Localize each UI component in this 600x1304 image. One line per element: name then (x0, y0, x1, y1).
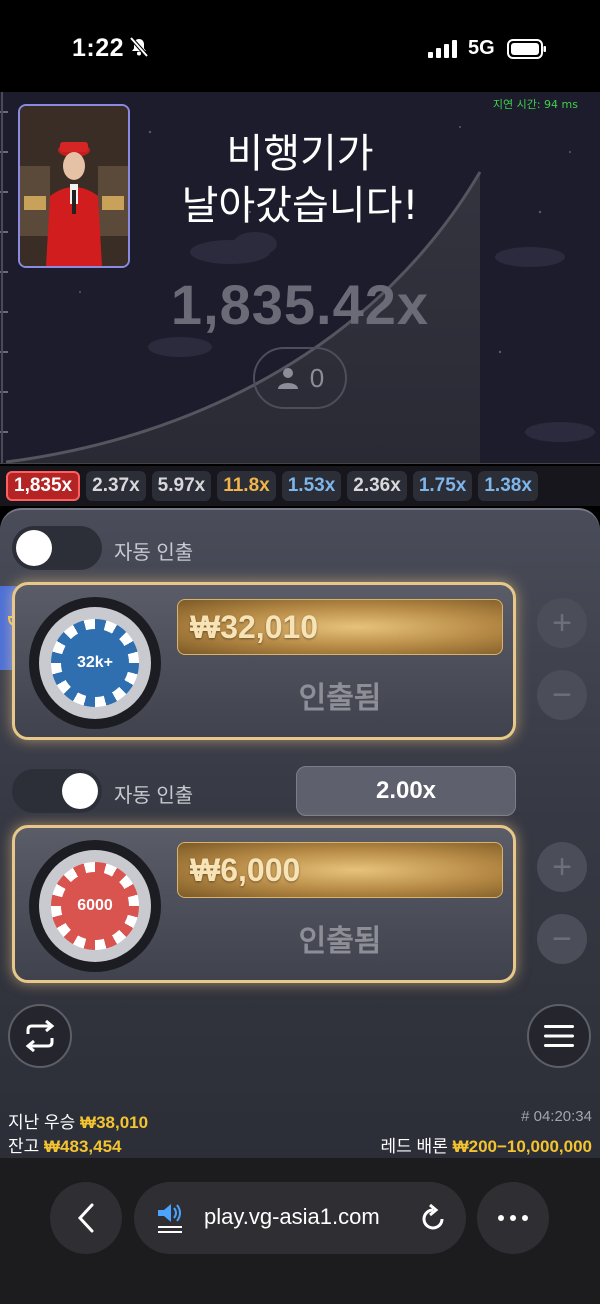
network-label: 5G (468, 37, 495, 59)
more-dots-icon (498, 1215, 528, 1221)
history-chip-value: 1.53x (287, 475, 336, 496)
chip-holder[interactable]: 32k+ (29, 597, 161, 729)
bet-card-2: 6000 ₩6,000 인출됨 (12, 825, 516, 983)
chip-holder[interactable]: 6000 (29, 840, 161, 972)
auto-cashout-toggle-1[interactable] (12, 526, 102, 570)
last-win-value: ₩38,010 (80, 1113, 149, 1132)
increase-bet-button-2[interactable]: + (537, 842, 587, 892)
autoplay-button[interactable] (8, 1004, 72, 1068)
back-button[interactable] (50, 1182, 122, 1254)
history-chip[interactable]: 11.8x (217, 471, 276, 501)
status-time: 1:22 (72, 34, 125, 62)
multiplier-history: 1,835x 2.37x 5.97x 11.8x 1.53x 2.36x 1.7… (0, 466, 600, 506)
title-line-1: 비행기가 (226, 131, 374, 177)
reload-icon[interactable] (420, 1204, 446, 1232)
balance-info: 잔고 ₩483,454 (8, 1132, 122, 1157)
history-chip[interactable]: 2.36x (347, 471, 407, 501)
bet-card-1: 32k+ ₩32,010 인출됨 (12, 582, 516, 740)
crash-multiplier: 1,835.42x (170, 273, 430, 336)
bet-range-info: 레드 배론 ₩200−10,000,000 (381, 1132, 592, 1157)
chip-label: 6000 (77, 897, 113, 914)
balance-label: 잔고 (8, 1137, 40, 1156)
history-chip[interactable]: 5.97x (151, 471, 212, 501)
toggle-knob (62, 773, 98, 809)
decrease-bet-button-1[interactable]: − (537, 670, 587, 720)
host-portrait (20, 106, 128, 266)
history-chip-value: 5.97x (157, 475, 206, 496)
history-chip-value: 1,835x (14, 475, 73, 496)
speaker-icon (158, 1204, 182, 1233)
minus-icon: − (552, 676, 572, 714)
signal-icon (428, 40, 457, 58)
history-chip-value: 2.37x (92, 475, 140, 496)
decrease-bet-button-2[interactable]: − (537, 914, 587, 964)
bet-range-label: 레드 배론 (380, 1137, 448, 1156)
round-id: # 04:20:34 (521, 1108, 592, 1125)
toggle-knob (16, 530, 52, 566)
minus-icon: − (552, 920, 572, 958)
bet-panel: 자동 인출 32k+ ₩32,010 인출됨 + − 자동 인출 2.00x 6… (0, 508, 600, 1158)
cashed-out-status-1: 인출됨 (298, 682, 382, 715)
history-chip[interactable]: 1.53x (281, 471, 342, 501)
title-line-2: 날아갔습니다! (181, 183, 419, 229)
history-chip[interactable]: 1,835x (6, 471, 81, 501)
menu-button[interactable] (527, 1004, 591, 1068)
address-bar[interactable]: play.vg-asia1.com (134, 1182, 466, 1254)
bet-amount-box-1: ₩32,010 (177, 599, 503, 655)
auto-cashout-label-1: 자동 인출 (114, 542, 194, 564)
last-win-label: 지난 우승 (8, 1113, 76, 1132)
history-chip[interactable]: 1.75x (412, 471, 473, 501)
auto-cashout-multiplier-input[interactable]: 2.00x (296, 766, 516, 816)
battery-icon (507, 39, 546, 59)
history-chip-value: 1.38x (484, 475, 532, 496)
repeat-icon (25, 1020, 55, 1052)
history-chip[interactable]: 2.37x (86, 471, 146, 501)
history-chip-value: 2.36x (353, 475, 401, 496)
cashed-out-status-2: 인출됨 (298, 925, 382, 958)
host-video[interactable] (18, 104, 130, 268)
flew-away-title: 비행기가 날아갔습니다! (150, 128, 450, 232)
players-count-pill[interactable]: 0 (253, 347, 347, 409)
latency-label: 지연 시간: 94 ms (492, 98, 578, 111)
increase-bet-button-1[interactable]: + (537, 598, 587, 648)
history-chip-value: 11.8x (223, 475, 270, 496)
players-count: 0 (309, 362, 325, 393)
game-view: 지연 시간: 94 ms 비행기가 날아갔습니다! 1,835.42x 0 (0, 92, 600, 464)
history-chip[interactable]: 1.38x (478, 471, 538, 501)
person-icon (277, 368, 298, 389)
chevron-left-icon (77, 1203, 94, 1233)
bet-amount-1: ₩32,010 (190, 609, 319, 645)
bet-amount-2: ₩6,000 (190, 852, 301, 888)
more-options-button[interactable] (477, 1182, 549, 1254)
chip-6000-icon: 6000 (51, 862, 139, 950)
auto-cashout-toggle-2[interactable] (12, 769, 102, 813)
last-win-info: 지난 우승 ₩38,010 (8, 1108, 148, 1133)
plus-icon: + (552, 848, 572, 886)
auto-cashout-label-2: 자동 인출 (114, 785, 194, 807)
browser-toolbar: play.vg-asia1.com (0, 1158, 600, 1304)
url-text: play.vg-asia1.com (204, 1204, 380, 1229)
bell-muted-icon (129, 36, 149, 58)
history-chip-value: 1.75x (418, 475, 467, 496)
status-bar: 1:22 5G (0, 0, 600, 92)
chip-label: 32k+ (76, 654, 114, 671)
hamburger-menu-icon (544, 1025, 574, 1047)
balance-value: ₩483,454 (44, 1137, 122, 1156)
bet-amount-box-2: ₩6,000 (177, 842, 503, 898)
bet-range-value: ₩200−10,000,000 (452, 1137, 592, 1156)
chip-32k-icon: 32k+ (51, 619, 139, 707)
plus-icon: + (552, 604, 572, 642)
